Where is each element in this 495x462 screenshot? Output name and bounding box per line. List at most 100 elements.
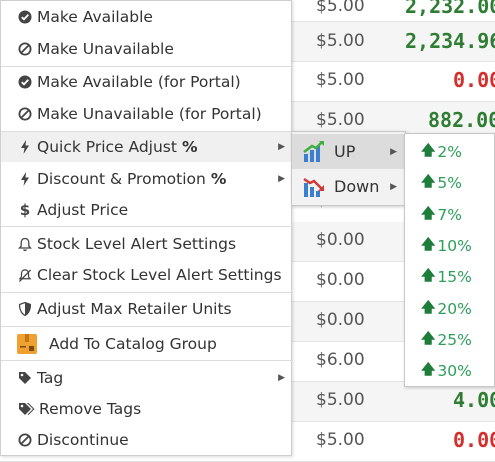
price-cell: $0.00 xyxy=(316,270,365,290)
make-unavailable-label: Make Unavailable xyxy=(37,40,174,58)
menu-divider xyxy=(1,292,293,293)
percent-label: 10% xyxy=(437,237,472,255)
check-circle-icon xyxy=(18,10,32,24)
percent-label: 15% xyxy=(437,268,472,286)
price-direction-submenu: UP ▶ Down ▶ xyxy=(291,131,406,206)
add-catalog-group-item[interactable]: Add To Catalog Group xyxy=(1,329,293,359)
adjust-max-units-item[interactable]: Adjust Max Retailer Units xyxy=(1,294,293,324)
tags-icon xyxy=(18,402,36,416)
percent-label: 30% xyxy=(437,362,472,380)
remove-tags-label: Remove Tags xyxy=(39,400,142,418)
menu-divider xyxy=(1,226,293,227)
price-cell: $0.00 xyxy=(316,310,365,330)
arrow-up-icon: 🡅 xyxy=(421,237,436,253)
amount-cell: 2,232.00 xyxy=(405,0,495,18)
check-circle-icon xyxy=(18,75,32,89)
percent-submenu: 🡅 2% 🡅 5% 🡅 7% 🡅 10% 🡅 15% 🡅 20% 🡅 25% 🡅 30% xyxy=(404,133,495,387)
bell-slash-icon xyxy=(18,268,32,282)
tag-icon xyxy=(18,371,32,385)
amount-cell: 882.00 xyxy=(428,108,495,132)
tag-item[interactable]: Tag ▶ xyxy=(1,363,293,393)
make-available-label: Make Available xyxy=(37,8,153,26)
arrow-up-icon: 🡅 xyxy=(421,300,436,316)
arrow-up-icon: 🡅 xyxy=(421,268,436,284)
remove-tags-item[interactable]: Remove Tags xyxy=(1,394,293,424)
percent-option-2[interactable]: 🡅 2% xyxy=(421,140,462,164)
amount-cell: 0.00 xyxy=(453,68,495,92)
up-item[interactable]: UP ▶ xyxy=(292,134,405,169)
ban-icon xyxy=(18,433,32,447)
adjust-price-item[interactable]: $ Adjust Price xyxy=(1,195,293,225)
price-cell: $5.00 xyxy=(316,390,365,410)
discontinue-item[interactable]: Discontinue xyxy=(1,425,293,455)
box-icon xyxy=(16,333,38,355)
submenu-arrow-icon: ▶ xyxy=(390,146,397,157)
discount-promotion-item[interactable]: Discount & Promotion % ▶ xyxy=(1,164,293,194)
ban-icon xyxy=(18,42,32,56)
make-unavailable-item[interactable]: Make Unavailable xyxy=(1,34,293,64)
tag-label: Tag xyxy=(37,369,64,387)
menu-divider xyxy=(1,360,293,361)
price-cell: $5.00 xyxy=(316,31,365,51)
adjust-price-label: Adjust Price xyxy=(37,201,129,219)
percent-label: 5% xyxy=(437,174,462,192)
make-available-item[interactable]: Make Available xyxy=(1,2,293,32)
bolt-icon xyxy=(18,140,32,154)
price-cell: $5.00 xyxy=(316,110,365,130)
down-item[interactable]: Down ▶ xyxy=(292,169,405,204)
price-cell: $6.00 xyxy=(316,350,365,370)
arrow-up-icon: 🡅 xyxy=(421,362,436,378)
percent-option-10[interactable]: 🡅 10% xyxy=(421,234,472,258)
clear-stock-alert-label: Clear Stock Level Alert Settings xyxy=(37,266,282,284)
arrow-up-icon: 🡅 xyxy=(421,206,436,222)
dollar-icon: $ xyxy=(19,201,31,219)
clear-stock-alert-item[interactable]: Clear Stock Level Alert Settings xyxy=(1,260,293,290)
make-unavailable-portal-item[interactable]: Make Unavailable (for Portal) xyxy=(1,99,293,129)
percent-label: 2% xyxy=(437,143,462,161)
make-unavailable-portal-label: Make Unavailable (for Portal) xyxy=(37,105,262,123)
add-catalog-group-label: Add To Catalog Group xyxy=(49,335,217,353)
percent-label: 25% xyxy=(437,331,472,349)
percent-option-5[interactable]: 🡅 5% xyxy=(421,171,462,195)
amount-cell: 4.00 xyxy=(453,388,495,412)
bolt-icon xyxy=(18,172,32,186)
bell-icon xyxy=(18,237,32,251)
make-available-portal-label: Make Available (for Portal) xyxy=(37,73,241,91)
percent-option-20[interactable]: 🡅 20% xyxy=(421,297,472,321)
arrow-up-icon: 🡅 xyxy=(421,331,436,347)
percent-symbol: % xyxy=(210,170,227,188)
amount-cell: 2,234.96 xyxy=(405,29,495,53)
price-cell: $5.00 xyxy=(316,70,365,90)
submenu-arrow-icon: ▶ xyxy=(390,181,397,192)
shield-icon xyxy=(18,302,32,316)
percent-symbol: % xyxy=(181,138,198,156)
price-cell: $5.00 xyxy=(316,430,365,450)
adjust-max-units-label: Adjust Max Retailer Units xyxy=(37,300,232,318)
quick-price-adjust-label: Quick Price Adjust xyxy=(37,138,177,156)
price-cell: $5.00 xyxy=(316,0,365,16)
ban-icon xyxy=(18,107,32,121)
percent-label: 7% xyxy=(437,206,462,224)
stock-alert-label: Stock Level Alert Settings xyxy=(37,235,237,253)
down-label: Down xyxy=(334,177,380,196)
percent-option-15[interactable]: 🡅 15% xyxy=(421,265,472,289)
percent-option-25[interactable]: 🡅 25% xyxy=(421,328,472,352)
percent-option-30[interactable]: 🡅 30% xyxy=(421,359,472,383)
percent-label: 20% xyxy=(437,300,472,318)
quick-price-adjust-item[interactable]: Quick Price Adjust % ▶ xyxy=(1,132,293,162)
arrow-up-icon: 🡅 xyxy=(421,174,436,190)
arrow-up-icon: 🡅 xyxy=(421,143,436,159)
stock-alert-item[interactable]: Stock Level Alert Settings xyxy=(1,229,293,259)
up-label: UP xyxy=(334,142,356,161)
discontinue-label: Discontinue xyxy=(37,431,129,449)
chart-up-icon xyxy=(302,140,326,164)
context-menu: Make Available Make Unavailable Make Ava… xyxy=(0,0,293,456)
amount-cell: 0.00 xyxy=(453,428,495,452)
submenu-arrow-icon: ▶ xyxy=(278,142,285,152)
submenu-arrow-icon: ▶ xyxy=(278,174,285,184)
submenu-arrow-icon: ▶ xyxy=(278,373,285,383)
make-available-portal-item[interactable]: Make Available (for Portal) xyxy=(1,67,293,97)
percent-option-7[interactable]: 🡅 7% xyxy=(421,203,462,227)
discount-promotion-label: Discount & Promotion xyxy=(37,170,206,188)
price-cell: $0.00 xyxy=(316,230,365,250)
